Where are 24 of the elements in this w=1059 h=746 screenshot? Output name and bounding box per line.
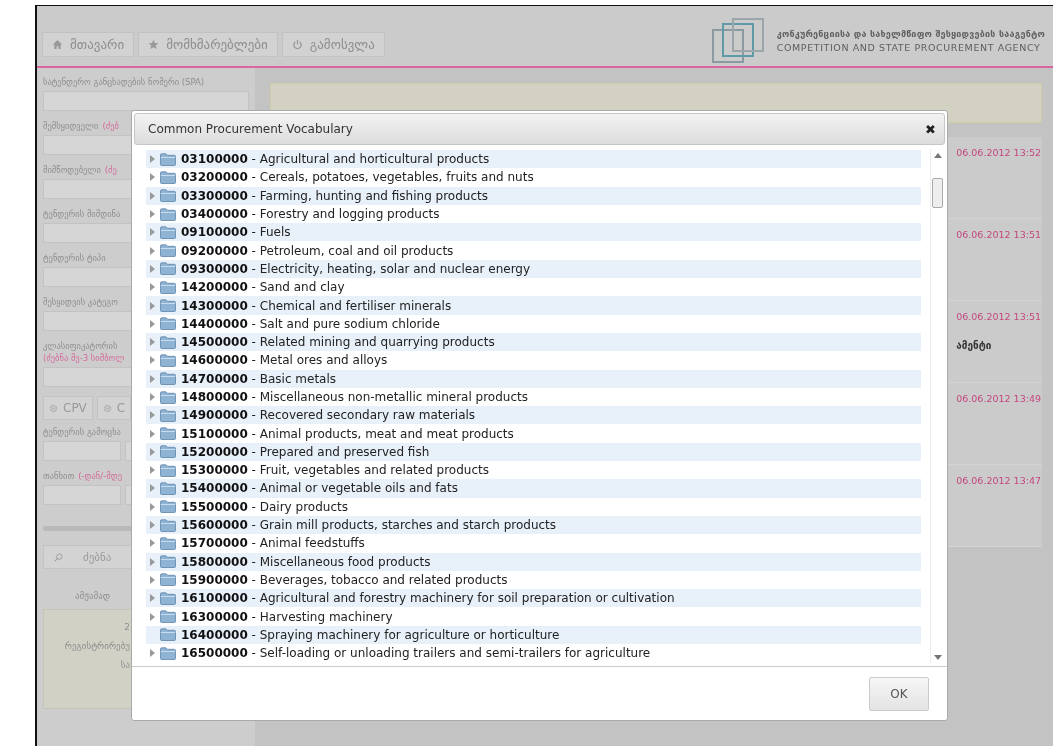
stats-heading: ამჟამად (75, 591, 111, 601)
field-label: თანხით (43, 470, 75, 482)
field-label: ტენდერის მიმდინა (43, 208, 121, 220)
field-label: შემსყიდველი (43, 120, 99, 132)
field-label: მიმწოდებელი (43, 164, 101, 176)
stats-text: რეგისტრირებუ (64, 641, 130, 651)
field-hint: (ძებნა მე-3 სიმბოლ (43, 352, 125, 364)
agency-name: COMPETITION AND STATE PROCUREMENT AGENCY (776, 42, 1042, 53)
stats-text: 2 (124, 622, 130, 632)
field-hint: (ძე (104, 164, 117, 176)
tender-date: 06.06.2012 13:51 (956, 229, 1041, 240)
stats-text: სა (120, 660, 130, 670)
tender-text: ამენტი (956, 340, 992, 351)
field-hint: (-დან/-მდე (78, 470, 122, 482)
dialog-title: Common Procurement Vocabulary (148, 122, 353, 136)
tender-date: 06.06.2012 13:52 (956, 147, 1041, 158)
field-label: კლასიფიკატორის (43, 340, 118, 352)
agency-name: კონკურენციისა და სახელმწიფო შესყიდვების სააგენტო (776, 29, 1045, 39)
tender-date: 06.06.2012 13:49 (956, 393, 1041, 404)
tender-date: 06.06.2012 13:47 (956, 475, 1041, 486)
field-hint: (ძებ (102, 120, 119, 132)
field-label: ტენდერის გამოცხა (43, 426, 121, 438)
tender-date: 06.06.2012 13:51 (956, 311, 1041, 322)
field-label: შესყიდვის კატეგო (43, 296, 118, 308)
